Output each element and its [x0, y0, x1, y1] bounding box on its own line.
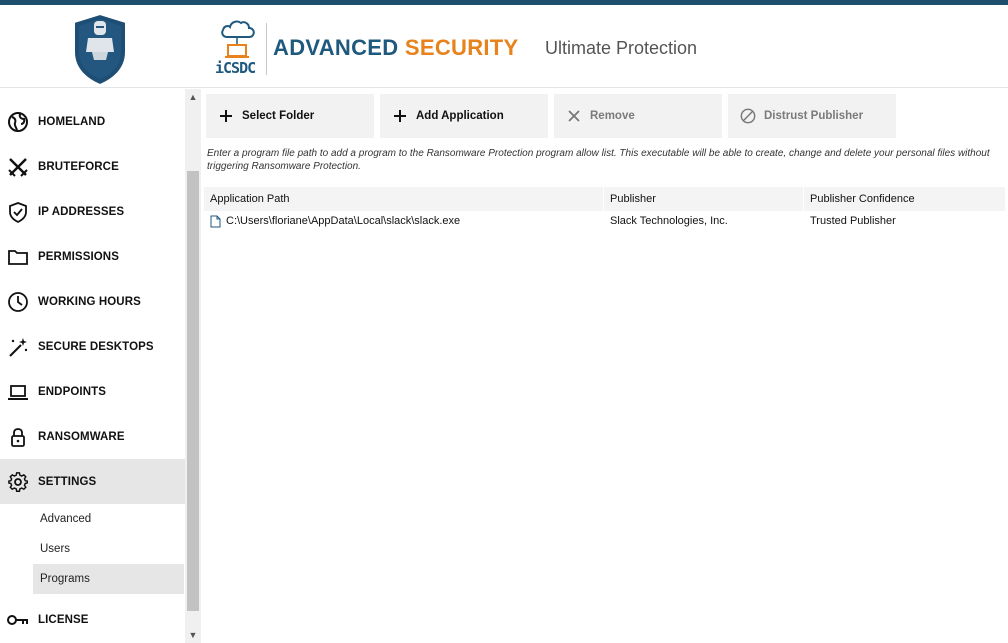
- sidebar-item-label: WORKING HOURS: [38, 295, 141, 308]
- sidebar-item-label: SETTINGS: [38, 475, 97, 488]
- settings-sub-programs[interactable]: Programs: [33, 564, 184, 594]
- add-application-label: Add Application: [416, 110, 504, 122]
- column-header-publisher-confidence[interactable]: Publisher Confidence: [804, 187, 1006, 211]
- block-icon: [740, 108, 756, 124]
- plus-icon: [218, 108, 234, 124]
- select-folder-label: Select Folder: [242, 110, 315, 122]
- sidebar-item-label: SECURE DESKTOPS: [38, 340, 154, 353]
- sidebar-item-label: BRUTEFORCE: [38, 160, 119, 173]
- globe-icon: [6, 110, 30, 134]
- sidebar-item-label: PERMISSIONS: [38, 250, 119, 263]
- icsdc-logo: iCSDC: [215, 15, 265, 80]
- sidebar-item-label: LICENSE: [38, 613, 89, 626]
- settings-sub-users[interactable]: Users: [33, 534, 184, 564]
- magic-wand-icon: [6, 335, 30, 359]
- programs-table: Application Path Publisher Publisher Con…: [204, 187, 1006, 231]
- key-icon: [6, 608, 30, 632]
- cell-application-path: C:\Users\floriane\AppData\Local\slack\sl…: [204, 211, 604, 231]
- sidebar-item-label: ENDPOINTS: [38, 385, 106, 398]
- plus-icon: [392, 108, 408, 124]
- cell-publisher-confidence: Trusted Publisher: [810, 215, 896, 227]
- allow-list-hint: Enter a program file path to add a progr…: [207, 148, 990, 172]
- distrust-publisher-button[interactable]: Distrust Publisher: [728, 94, 896, 138]
- folder-icon: [6, 245, 30, 269]
- sidebar-item-label: RANSOMWARE: [38, 430, 125, 443]
- remove-button[interactable]: Remove: [554, 94, 722, 138]
- knight-shield-logo: [70, 12, 130, 87]
- sidebar-item-license[interactable]: LICENSE: [0, 597, 185, 642]
- table-header: Application Path Publisher Publisher Con…: [204, 187, 1006, 211]
- product-subtitle: Ultimate Protection: [545, 38, 698, 58]
- scroll-up-arrow-icon[interactable]: ▲: [185, 89, 201, 105]
- sidebar-item-ransomware[interactable]: RANSOMWARE: [0, 414, 185, 459]
- sidebar-item-secure-desktops[interactable]: SECURE DESKTOPS: [0, 324, 185, 369]
- sidebar-item-label: IP ADDRESSES: [38, 205, 125, 218]
- gear-icon: [6, 470, 30, 494]
- distrust-publisher-label: Distrust Publisher: [764, 110, 864, 122]
- scroll-down-arrow-icon[interactable]: ▼: [185, 627, 201, 643]
- column-header-application-path[interactable]: Application Path: [204, 187, 604, 211]
- close-icon: [566, 108, 582, 124]
- application-path-text: C:\Users\floriane\AppData\Local\slack\sl…: [226, 215, 461, 227]
- remove-label: Remove: [590, 110, 635, 122]
- table-row[interactable]: C:\Users\floriane\AppData\Local\slack\sl…: [204, 211, 1006, 231]
- icsdc-logo-text: iCSDC: [215, 59, 256, 77]
- sidebar-nav: HOMELAND BRUTEFORCE IP ADDRESSES PERMISS…: [0, 89, 185, 643]
- add-application-button[interactable]: Add Application: [380, 94, 548, 138]
- cell-publisher: Slack Technologies, Inc.: [610, 215, 728, 227]
- lock-icon: [6, 425, 30, 449]
- select-folder-button[interactable]: Select Folder: [206, 94, 374, 138]
- settings-sub-advanced[interactable]: Advanced: [33, 504, 184, 534]
- scrollbar-thumb[interactable]: [187, 171, 199, 611]
- sidebar-item-ip-addresses[interactable]: IP ADDRESSES: [0, 189, 185, 234]
- sidebar-item-label: HOMELAND: [38, 115, 106, 128]
- sidebar-item-working-hours[interactable]: WORKING HOURS: [0, 279, 185, 324]
- product-title-part2: SECURITY: [404, 35, 519, 60]
- crossed-swords-icon: [6, 155, 30, 179]
- sidebar-item-settings[interactable]: SETTINGS: [0, 459, 185, 504]
- app-header: iCSDC ADVANCED SECURITY Ultimate Protect…: [0, 5, 1008, 88]
- programs-panel: Select Folder Add Application Remove Dis…: [202, 89, 1008, 643]
- shield-check-icon: [6, 200, 30, 224]
- product-title: ADVANCED SECURITY: [273, 35, 519, 61]
- brand-divider: [266, 23, 267, 75]
- clock-icon: [6, 290, 30, 314]
- laptop-icon: [6, 380, 30, 404]
- sidebar-item-permissions[interactable]: PERMISSIONS: [0, 234, 185, 279]
- sidebar-item-bruteforce[interactable]: BRUTEFORCE: [0, 144, 185, 189]
- file-icon: [210, 215, 221, 228]
- sidebar-item-homeland[interactable]: HOMELAND: [0, 99, 185, 144]
- product-title-part1: ADVANCED: [273, 35, 399, 60]
- sidebar-scrollbar[interactable]: ▲ ▼: [185, 89, 201, 643]
- column-header-publisher[interactable]: Publisher: [604, 187, 804, 211]
- sidebar-item-endpoints[interactable]: ENDPOINTS: [0, 369, 185, 414]
